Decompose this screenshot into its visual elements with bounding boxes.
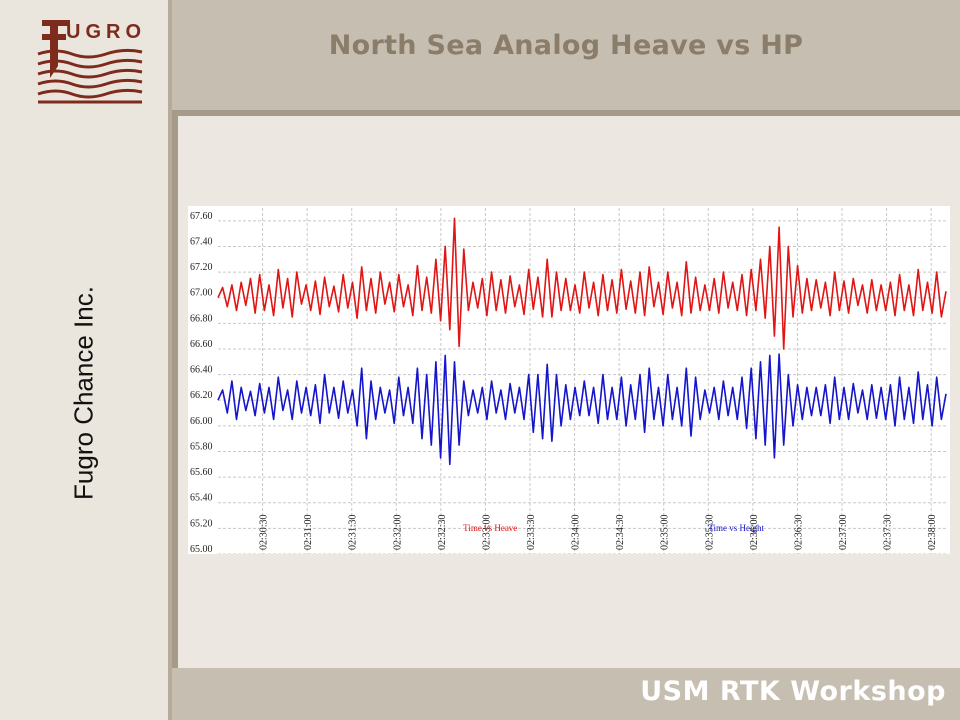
x-tick-label: 02:33:30 xyxy=(526,514,537,550)
y-tick-label: 66.40 xyxy=(190,365,213,376)
series-annotation: Time vs Height xyxy=(708,523,764,533)
y-tick-label: 67.40 xyxy=(190,236,213,247)
y-tick-label: 65.80 xyxy=(190,441,213,452)
y-tick-label: 66.00 xyxy=(190,416,213,427)
x-tick-label: 02:38:00 xyxy=(927,514,938,550)
company-name: Fugro Chance Inc. xyxy=(68,286,99,500)
x-tick-label: 02:34:00 xyxy=(571,514,582,550)
y-tick-label: 65.20 xyxy=(190,518,213,529)
x-tick-label: 02:32:30 xyxy=(437,514,448,550)
y-tick-label: 65.40 xyxy=(190,493,213,504)
logo-text: UGRO xyxy=(66,21,146,43)
y-tick-label: 65.00 xyxy=(190,544,213,554)
y-tick-label: 66.60 xyxy=(190,339,213,350)
x-tick-label: 02:37:30 xyxy=(883,514,894,550)
x-tick-label: 02:37:00 xyxy=(838,514,849,550)
x-tick-label: 02:34:30 xyxy=(615,514,626,550)
y-tick-label: 66.80 xyxy=(190,313,213,324)
y-tick-label: 66.20 xyxy=(190,390,213,401)
fugro-logo: UGRO xyxy=(37,20,146,104)
x-tick-label: 02:36:30 xyxy=(793,514,804,550)
chart: 65.00 65.20 65.40 65.60 65.80 66.00 66.20 66.40… xyxy=(188,206,950,554)
series-annotation: Time vs Heave xyxy=(463,523,517,533)
x-tick-label: 02:31:00 xyxy=(303,514,314,550)
y-tick-label: 67.00 xyxy=(190,288,213,299)
x-tick-label: 02:32:00 xyxy=(392,514,403,550)
y-tick-label: 67.60 xyxy=(190,211,213,222)
y-tick-label: 67.20 xyxy=(190,262,213,273)
slide-title: North Sea Analog Heave vs HP xyxy=(328,30,804,61)
footer-text: USM RTK Workshop xyxy=(640,676,946,707)
x-tick-label: 02:35:00 xyxy=(660,514,671,550)
x-tick-label: 02:30:30 xyxy=(259,514,270,550)
y-tick-label: 65.60 xyxy=(190,467,213,478)
x-tick-label: 02:31:30 xyxy=(348,514,359,550)
